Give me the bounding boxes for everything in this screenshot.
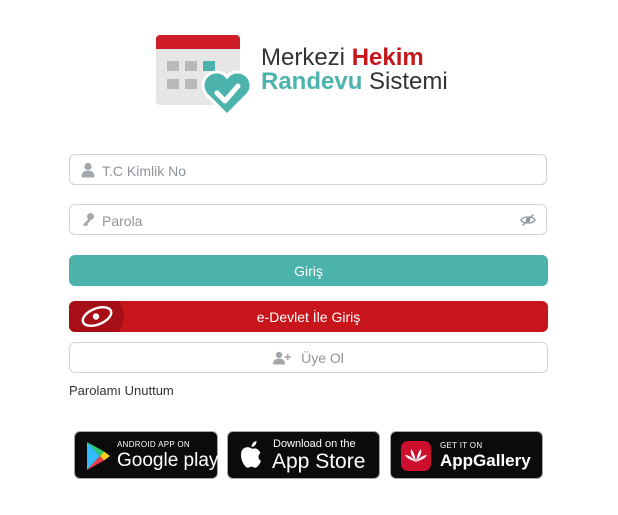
login-button-label: Giriş xyxy=(294,262,323,279)
register-button-label: Üye Ol xyxy=(301,349,344,366)
edevlet-login-button[interactable]: e-Devlet İle Giriş xyxy=(69,301,548,332)
calendar-heart-icon xyxy=(156,35,253,118)
tc-kimlik-input[interactable] xyxy=(100,155,504,186)
login-button[interactable]: Giriş xyxy=(69,255,548,286)
app-logo: Merkezi Hekim Randevu Sistemi xyxy=(155,33,485,118)
key-icon xyxy=(83,213,94,227)
google-play-big-text: Google play xyxy=(117,450,219,471)
app-gallery-badge[interactable]: GET IT ON AppGallery xyxy=(390,431,543,479)
google-play-icon xyxy=(87,442,110,470)
edevlet-logo-icon xyxy=(69,301,124,332)
app-name-randevu: Randevu xyxy=(261,68,363,95)
forgot-password-link[interactable]: Parolamı Unuttum xyxy=(69,383,174,398)
google-play-badge[interactable]: ANDROID APP ON Google play xyxy=(74,431,218,479)
password-field xyxy=(69,204,547,236)
app-gallery-big-text: AppGallery xyxy=(440,451,531,470)
password-input[interactable] xyxy=(100,205,504,236)
user-plus-icon xyxy=(273,351,291,364)
app-store-small-text: Download on the xyxy=(273,438,356,450)
tc-kimlik-field xyxy=(69,154,547,186)
google-play-small-text: ANDROID APP ON xyxy=(117,440,190,449)
huawei-appgallery-icon xyxy=(401,441,431,471)
app-gallery-small-text: GET IT ON xyxy=(440,441,483,450)
edevlet-login-label: e-Devlet İle Giriş xyxy=(256,308,361,325)
apple-icon xyxy=(240,441,261,468)
register-button[interactable]: Üye Ol xyxy=(69,342,548,373)
app-store-big-text: App Store xyxy=(272,450,366,473)
app-name: Merkezi Hekim Randevu Sistemi xyxy=(261,46,448,94)
app-name-merkezi: Merkezi xyxy=(261,44,346,71)
app-store-badge[interactable]: Download on the App Store xyxy=(227,431,380,479)
eye-slash-icon[interactable] xyxy=(520,213,536,227)
app-name-hekim: Hekim xyxy=(351,44,424,71)
user-icon xyxy=(81,162,95,178)
app-name-sistemi: Sistemi xyxy=(369,68,448,95)
